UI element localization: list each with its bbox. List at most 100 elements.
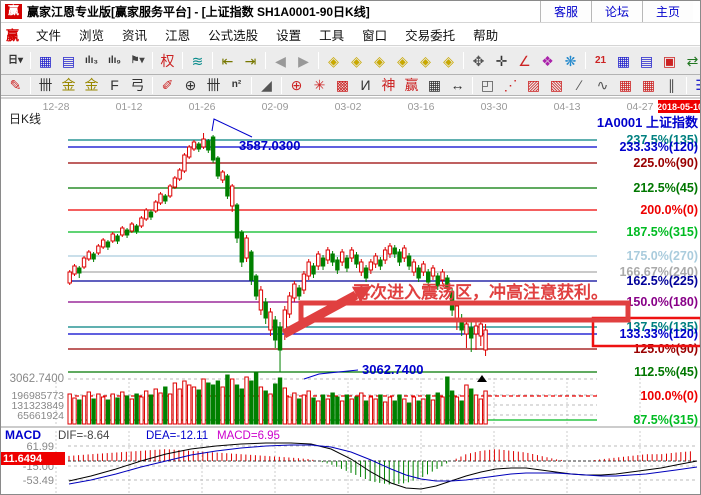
gann-box2-icon[interactable]: ▧: [545, 75, 568, 95]
gann-ruler-icon[interactable]: 卌: [34, 75, 57, 95]
candle-body: [101, 240, 104, 247]
toolbar-separator: [585, 52, 586, 69]
menu-item-1[interactable]: 浏览: [70, 25, 113, 44]
annotation-text: 再次进入震荡区，冲高注意获利。: [353, 282, 608, 302]
brush-draw-icon[interactable]: ✎: [4, 75, 27, 95]
notepad-icon[interactable]: ▤: [635, 51, 658, 71]
chart-canvas[interactable]: 237.5%(135)233.33%(120)225.0%(90)212.5%(…: [1, 96, 701, 495]
gold-section-v-icon[interactable]: 金: [80, 75, 103, 95]
menu-item-5[interactable]: 设置: [267, 25, 310, 44]
menu-item-7[interactable]: 窗口: [353, 25, 396, 44]
page-prev-icon[interactable]: ◀: [269, 51, 292, 71]
price-ruler-icon[interactable]: 卌: [202, 75, 225, 95]
menu-item-6[interactable]: 工具: [310, 25, 353, 44]
square-of-nine-icon[interactable]: n²: [225, 75, 248, 95]
net-share-icon[interactable]: ⇄: [681, 51, 700, 71]
wave-mark-icon[interactable]: И: [354, 75, 377, 95]
candle-body: [164, 196, 167, 201]
target-circle-icon[interactable]: ⊕: [285, 75, 308, 95]
menu-item-3[interactable]: 江恩: [156, 25, 199, 44]
chart-9min-icon[interactable]: ılı₉: [103, 51, 126, 71]
candle-body: [211, 137, 214, 160]
color-volume-icon[interactable]: ≋: [186, 51, 209, 71]
gann-nav-right-icon[interactable]: ◈: [345, 51, 368, 71]
volume-bar: [274, 384, 277, 424]
pattern-window-icon[interactable]: ▦: [34, 51, 57, 71]
volume-bar: [317, 401, 320, 424]
dif-value-label: DIF=-8.64: [58, 430, 110, 442]
candle-body: [388, 246, 391, 254]
volume-bar: [431, 400, 434, 424]
gann-box-icon[interactable]: ▨: [522, 75, 545, 95]
calendar-21-icon[interactable]: 21: [589, 51, 612, 71]
ying-tool-icon[interactable]: 赢: [400, 75, 423, 95]
page-next-icon[interactable]: ▶: [292, 51, 315, 71]
trend-line-icon[interactable]: ∕: [568, 75, 591, 95]
menu-item-8[interactable]: 交易委托: [396, 25, 464, 44]
period-day-icon[interactable]: 日▾: [4, 51, 27, 71]
rect-select-icon[interactable]: ◰: [476, 75, 499, 95]
ray-fan-icon[interactable]: ⋰: [499, 75, 522, 95]
candle-body: [188, 147, 191, 157]
gann-nav-left-icon[interactable]: ◈: [322, 51, 345, 71]
angle-fan-icon[interactable]: ◢: [255, 75, 278, 95]
gann-fit-icon[interactable]: ◈: [437, 51, 460, 71]
angle-measure-icon[interactable]: ∠: [513, 51, 536, 71]
gold-section-h-icon[interactable]: 金: [57, 75, 80, 95]
grid-pattern-icon[interactable]: ▩: [331, 75, 354, 95]
price-grid2-icon[interactable]: ▦: [637, 75, 660, 95]
macd-indicator-label: MACD: [5, 428, 41, 442]
pattern-tool-icon[interactable]: ❖: [536, 51, 559, 71]
volume-bar: [460, 401, 463, 424]
homepage-button[interactable]: 主页: [642, 1, 693, 22]
spray-mark-icon[interactable]: ✐: [156, 75, 179, 95]
volume-bar: [125, 396, 128, 424]
info-note-icon[interactable]: ▤: [57, 51, 80, 71]
zigzag-line-icon[interactable]: ∿: [591, 75, 614, 95]
gann-center-icon[interactable]: ◈: [414, 51, 437, 71]
menu-item-0[interactable]: 文件: [27, 25, 70, 44]
parallel-lines-icon[interactable]: ∥: [660, 75, 683, 95]
volume-bar: [140, 397, 143, 424]
volume-bar: [130, 399, 133, 424]
shen-tool-icon[interactable]: 神: [377, 75, 400, 95]
flag-marker-icon[interactable]: ⚑▾: [126, 51, 149, 71]
chart-3min-icon[interactable]: ılı₃: [80, 51, 103, 71]
jump-last-icon[interactable]: ⇥: [239, 51, 262, 71]
star-radial-icon[interactable]: ✳: [308, 75, 331, 95]
crosshair-icon[interactable]: ✛: [490, 51, 513, 71]
calculator-icon[interactable]: ▦: [612, 51, 635, 71]
candle-body: [417, 268, 420, 278]
volume-bar: [245, 377, 248, 424]
save-disk-icon[interactable]: ▣: [658, 51, 681, 71]
cycle-ruler-icon[interactable]: 弓: [126, 75, 149, 95]
candle-body: [293, 284, 296, 298]
rights-restore-icon[interactable]: 权: [156, 51, 179, 71]
menu-item-9[interactable]: 帮助: [464, 25, 507, 44]
gann-label-9: 150.0%(180): [626, 295, 698, 309]
volume-bar: [221, 387, 224, 424]
hand-drag-icon[interactable]: ✥: [467, 51, 490, 71]
menu-item-4[interactable]: 公式选股: [199, 25, 267, 44]
candle-body: [144, 210, 147, 219]
forum-button[interactable]: 论坛: [591, 1, 642, 22]
smart-analysis-icon[interactable]: ❋: [559, 51, 582, 71]
grid-count-icon[interactable]: ▦: [423, 75, 446, 95]
volume-bar: [479, 399, 482, 424]
candle-body: [474, 326, 477, 334]
volume-bar: [388, 397, 391, 424]
time-circle-icon[interactable]: ⊕: [179, 75, 202, 95]
gann-zoom-out-icon[interactable]: ◈: [391, 51, 414, 71]
fib-ruler-icon[interactable]: F: [103, 75, 126, 95]
span-measure-icon[interactable]: ↔: [446, 75, 469, 95]
menu-item-2[interactable]: 资讯: [113, 25, 156, 44]
app-window: 赢 赢家江恩专业版[赢家服务平台] - [上证指数 SH1A0001-90日K线…: [0, 0, 701, 495]
toolbar-row-1: 日▾▦▤ılı₃ılı₉⚑▾权≋⇤⇥◀▶◈◈◈◈◈◈✥✛∠❖❋21▦▤▣⇄☎: [1, 46, 700, 75]
jump-first-icon[interactable]: ⇤: [216, 51, 239, 71]
gann-zoom-in-icon[interactable]: ◈: [368, 51, 391, 71]
list-config-icon[interactable]: ☰: [690, 75, 700, 95]
gann-label-1: 233.33%(120): [619, 140, 698, 154]
price-grid-icon[interactable]: ▦: [614, 75, 637, 95]
customer-service-button[interactable]: 客服: [540, 1, 591, 22]
candle-body: [264, 302, 267, 318]
